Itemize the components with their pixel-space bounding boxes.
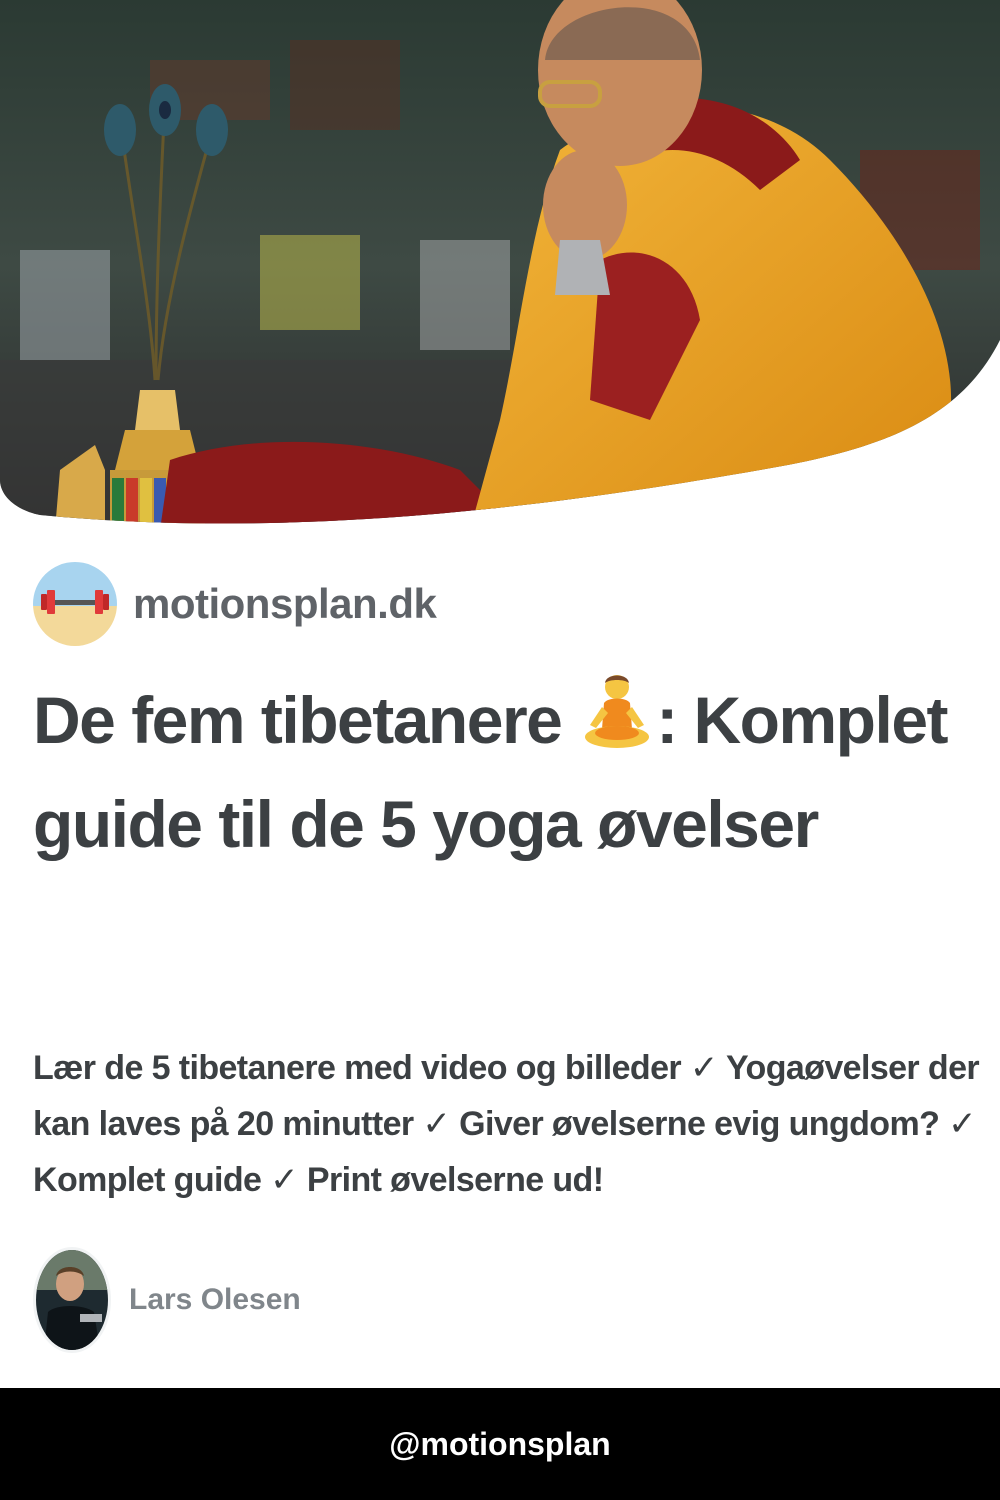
social-handle[interactable]: @motionsplan — [389, 1426, 610, 1463]
hero-image — [0, 0, 1000, 530]
article-description: Lær de 5 tibetanere med video og billede… — [33, 1049, 980, 1199]
article-title[interactable]: De fem tibetanere : Komplet guide til de… — [33, 668, 973, 876]
footer-bar: @motionsplan — [0, 1388, 1000, 1500]
site-header[interactable]: motionsplan.dk — [33, 562, 437, 646]
dumbbell-beach-icon — [33, 562, 117, 646]
site-name[interactable]: motionsplan.dk — [133, 580, 437, 628]
author-avatar-photo — [33, 1247, 111, 1353]
title-text: De fem tibetanere — [33, 683, 563, 757]
author-byline[interactable]: Lars Olesen — [33, 1247, 301, 1353]
person-in-lotus-position-icon — [582, 673, 652, 751]
author-name[interactable]: Lars Olesen — [129, 1283, 301, 1317]
